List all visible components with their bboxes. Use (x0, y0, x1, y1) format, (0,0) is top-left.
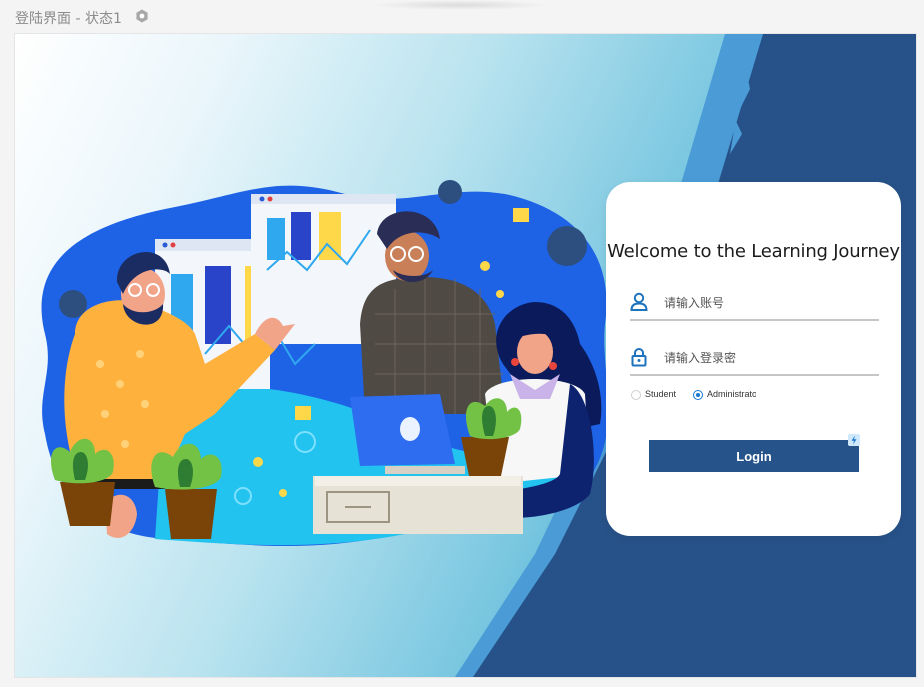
password-field (630, 340, 879, 376)
top-shadow (370, 0, 550, 10)
login-card: Welcome to the Learning Journey Student … (606, 182, 901, 536)
login-canvas: Welcome to the Learning Journey Student … (15, 34, 916, 677)
student-label[interactable]: Student (645, 389, 676, 399)
bolt-icon (848, 434, 860, 446)
administrator-radio[interactable] (693, 390, 703, 400)
info-icon[interactable] (135, 9, 149, 23)
page-title: 登陆界面 - 状态1 (15, 11, 122, 27)
role-selector: Student Administrato (630, 389, 870, 403)
administrator-label[interactable]: Administrato (707, 389, 756, 399)
welcome-heading: Welcome to the Learning Journey (607, 241, 900, 262)
username-field (630, 285, 879, 321)
username-input[interactable] (662, 289, 876, 317)
lock-icon (631, 347, 647, 367)
user-icon (630, 292, 648, 311)
password-input[interactable] (662, 344, 876, 372)
student-radio[interactable] (631, 390, 641, 400)
login-button[interactable]: Login (649, 440, 859, 472)
top-bar: 登陆界面 - 状态1 (0, 0, 924, 33)
